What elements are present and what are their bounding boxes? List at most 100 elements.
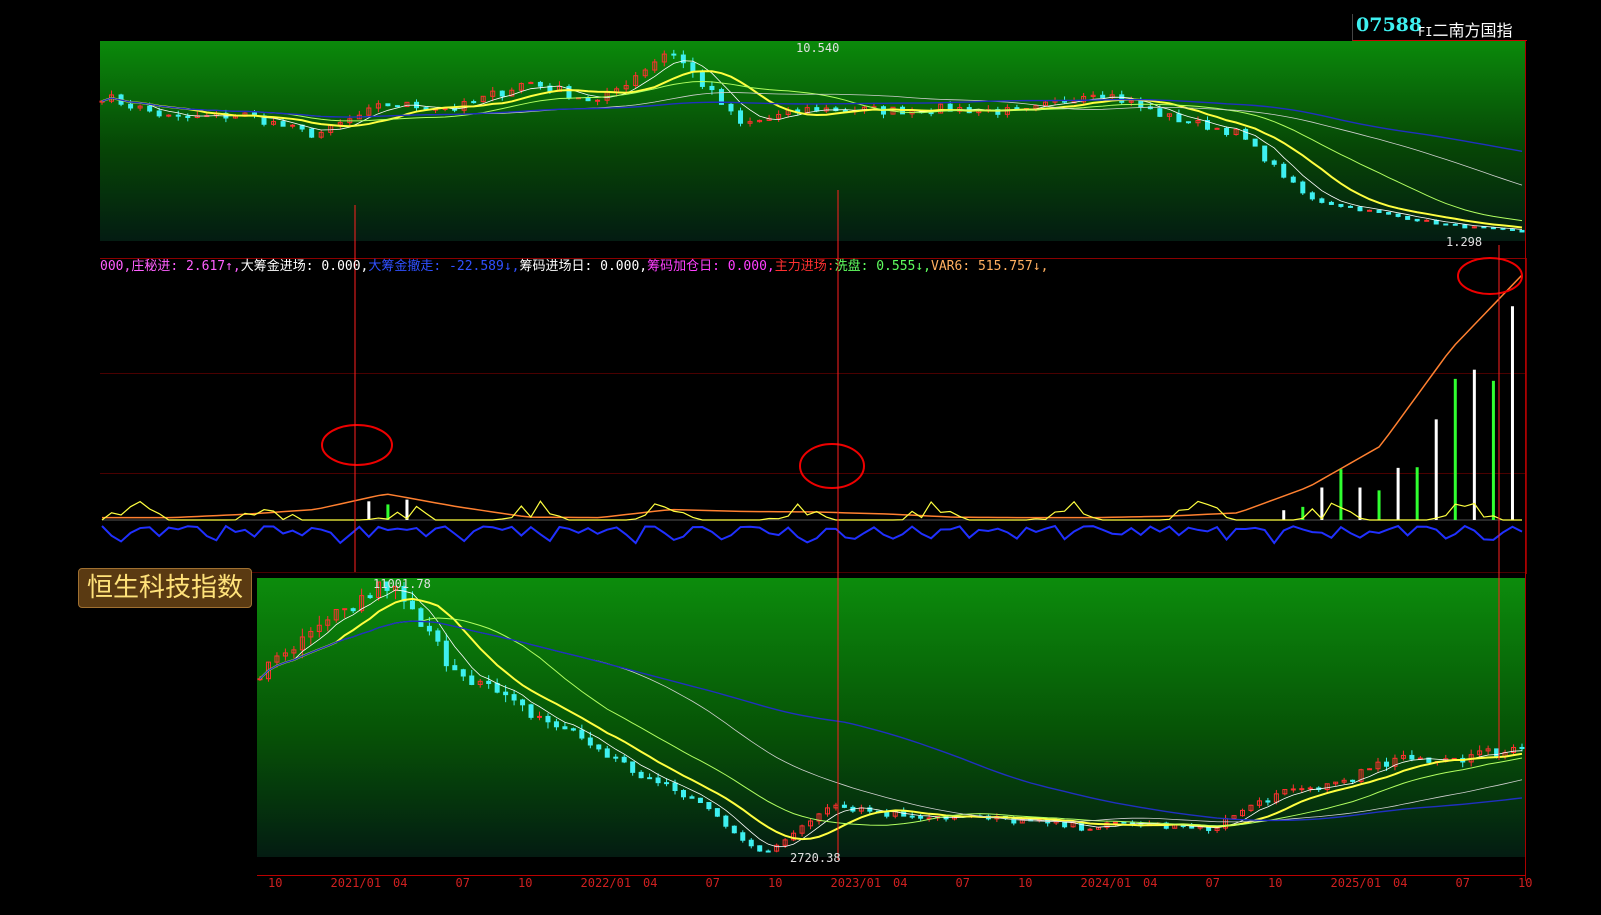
bottom-candle-body — [1189, 825, 1195, 829]
top-candle-body — [1224, 127, 1230, 135]
top-candle-body — [1214, 127, 1220, 130]
top-candle-body — [1481, 226, 1487, 229]
axis-tick-label: 2024/01 — [1081, 876, 1132, 890]
bottom-candle-body — [1383, 761, 1389, 767]
axis-tick-label: 07 — [456, 876, 470, 890]
top-low-label: 1.298 — [1446, 235, 1482, 249]
bottom-candle-body — [613, 756, 619, 759]
indicator-value: 洗盘: 0.555↓, — [834, 259, 932, 274]
top-candle-body — [595, 99, 601, 102]
top-candle-body — [1386, 211, 1392, 215]
bottom-candle-body — [1265, 800, 1271, 803]
bottom-candle-body — [1121, 821, 1127, 824]
bottom-high-label: 11001.78 — [373, 577, 431, 591]
indicator-bar — [1510, 306, 1514, 520]
top-candle-body — [1357, 206, 1363, 212]
top-candle-body — [1509, 228, 1515, 231]
bottom-candle-body — [621, 756, 627, 763]
bottom-candle-body — [664, 782, 670, 785]
axis-tick-label: 07 — [1206, 876, 1220, 890]
top-candle-body — [699, 71, 705, 87]
top-candle-body — [1414, 218, 1420, 222]
axis-tick-label: 10 — [1518, 876, 1532, 890]
top-candle-body — [1262, 145, 1268, 162]
top-candle-body — [1252, 138, 1258, 147]
bottom-candle-body — [638, 771, 644, 779]
top-candle-body — [1519, 229, 1525, 233]
top-candle-body — [1100, 94, 1106, 99]
axis-tick-label: 10 — [268, 876, 282, 890]
top-candle-body — [290, 124, 296, 127]
top-candle-body — [128, 103, 134, 109]
indicator-bar — [1282, 510, 1286, 520]
bottom-candle-body — [587, 737, 593, 746]
bottom-candle-body — [596, 744, 602, 750]
top-candle-body — [156, 110, 162, 117]
top-candle-body — [1243, 128, 1249, 140]
top-candle-body — [185, 115, 191, 118]
bottom-candle-body — [469, 675, 475, 685]
indicator-bar — [1472, 369, 1476, 520]
top-candle-body — [1119, 94, 1125, 103]
axis-tick-label: 07 — [1456, 876, 1470, 890]
highlight-circle — [321, 424, 393, 466]
top-candle-body — [1347, 205, 1353, 208]
axis-tick-label: 10 — [1018, 876, 1032, 890]
bottom-candle-body — [1079, 822, 1085, 831]
security-prefix: FI — [1418, 25, 1433, 39]
top-candle-body — [1328, 201, 1334, 205]
top-candle-body — [690, 62, 696, 73]
bottom-low-label: 2720.38 — [790, 851, 841, 865]
top-candle-body — [1424, 219, 1430, 222]
axis-tick-label: 2023/01 — [831, 876, 882, 890]
top-candle-body — [709, 85, 715, 91]
bottom-candle-body — [1519, 746, 1525, 749]
bottom-candle-body — [257, 678, 263, 681]
top-candle-body — [499, 90, 505, 97]
bottom-candle-body — [672, 782, 678, 792]
indicator-value: 000, — [100, 259, 132, 274]
bottom-candle-body — [367, 595, 373, 599]
top-candle-body — [671, 53, 677, 56]
bottom-candle-body — [579, 729, 585, 739]
bottom-candle-body — [1307, 787, 1313, 790]
bottom-candle-body — [494, 682, 500, 693]
bottom-candle-body — [647, 777, 653, 780]
axis-tick-label: 10 — [518, 876, 532, 890]
security-name: FI二南方国指 — [1418, 17, 1512, 41]
top-candle-body — [1433, 219, 1439, 225]
indicator-bar — [1377, 490, 1381, 520]
indicator-bar — [1396, 467, 1400, 520]
bottom-moving-average — [259, 597, 1523, 841]
top-candle-body — [394, 105, 400, 108]
bottom-candle-body — [342, 608, 348, 611]
bottom-candle-body — [409, 600, 415, 610]
bottom-candle-body — [528, 704, 534, 718]
bottom-candle-body — [1087, 828, 1093, 831]
highlight-circle — [1457, 257, 1523, 295]
axis-tick-label: 04 — [393, 876, 407, 890]
axis-tick-label: 2022/01 — [581, 876, 632, 890]
bottom-candle-body — [1112, 821, 1118, 824]
bottom-candle-body — [630, 761, 636, 773]
security-name-text: 二南方国指 — [1432, 21, 1513, 40]
axis-tick-label: 04 — [1393, 876, 1407, 890]
axis-tick-label: 04 — [643, 876, 657, 890]
bottom-candle-body — [452, 665, 458, 671]
bottom-moving-average — [259, 617, 1523, 827]
bottom-candle-body — [460, 669, 466, 677]
top-candle-body — [1443, 223, 1449, 226]
axis-tick-label: 10 — [768, 876, 782, 890]
indicator-value: 筹码加仓日: 0.000, — [647, 259, 775, 274]
bottom-candle-body — [350, 608, 356, 612]
top-candle-body — [1176, 113, 1182, 123]
bottom-candle-body — [918, 815, 924, 819]
bottom-candle-body — [841, 804, 847, 808]
top-candle-body — [309, 128, 315, 138]
highlight-circle — [799, 443, 865, 489]
top-candle-body — [1452, 223, 1458, 226]
bottom-candle-body — [604, 748, 610, 758]
bottom-candle-body — [706, 802, 712, 810]
top-candle-body — [1395, 213, 1401, 217]
top-candle-body — [1300, 181, 1306, 194]
